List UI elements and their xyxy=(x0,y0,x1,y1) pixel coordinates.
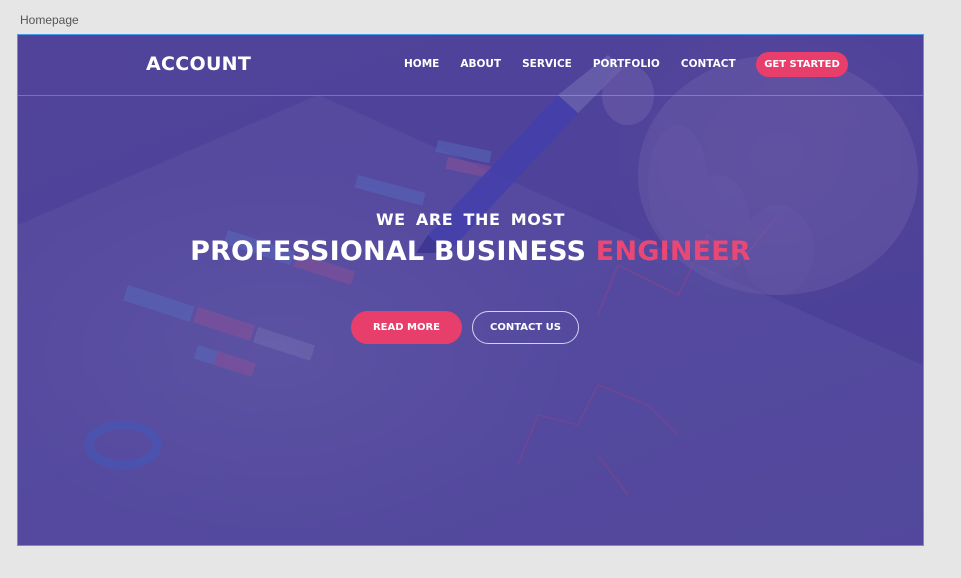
nav-item-home[interactable]: HOME xyxy=(404,58,439,70)
hero-title: PROFESSIONAL BUSINESS ENGINEER xyxy=(18,236,923,267)
hero-title-accent: ENGINEER xyxy=(595,236,751,267)
site-logo[interactable]: ACCOUNT xyxy=(146,53,251,75)
contact-us-button[interactable]: CONTACT US xyxy=(472,311,579,344)
nav-item-portfolio[interactable]: PORTFOLIO xyxy=(593,58,660,70)
hero-subtitle: WE ARE THE MOST xyxy=(375,210,566,229)
homepage-artboard: ACCOUNT HOME ABOUT SERVICE PORTFOLIO CON… xyxy=(17,34,924,546)
hero-overlay xyxy=(18,35,923,545)
get-started-button[interactable]: GET STARTED xyxy=(756,52,848,77)
nav-item-service[interactable]: SERVICE xyxy=(522,58,572,70)
nav-item-contact[interactable]: CONTACT xyxy=(681,58,736,70)
main-menu: HOME ABOUT SERVICE PORTFOLIO CONTACT xyxy=(404,58,757,70)
hero-title-main: PROFESSIONAL BUSINESS xyxy=(190,236,596,267)
top-navigation: ACCOUNT HOME ABOUT SERVICE PORTFOLIO CON… xyxy=(18,35,923,96)
nav-item-about[interactable]: ABOUT xyxy=(460,58,501,70)
artboard-label: Homepage xyxy=(20,13,79,27)
read-more-button[interactable]: READ MORE xyxy=(351,311,462,344)
